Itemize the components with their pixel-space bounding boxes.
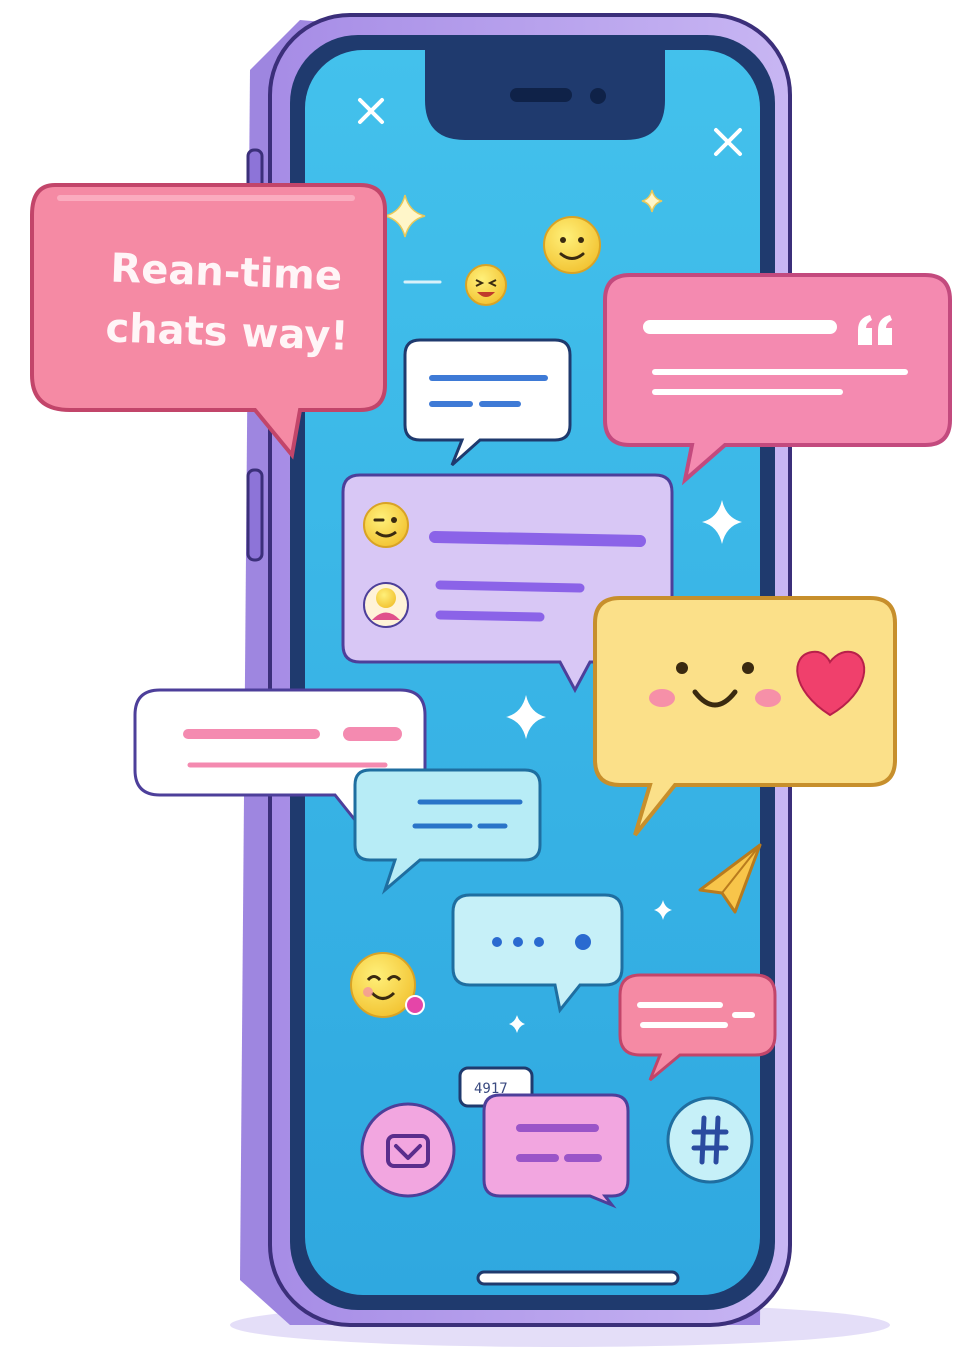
speaker-grille — [510, 88, 572, 102]
smile-emoji-icon — [543, 216, 601, 274]
tagline-line-1: Rean-time — [110, 246, 343, 300]
power-button[interactable] — [246, 468, 264, 562]
avatar — [363, 582, 409, 628]
home-indicator[interactable] — [476, 1270, 680, 1286]
hashtag-button[interactable] — [666, 1096, 754, 1184]
chat-bubble-pink-bottom[interactable] — [482, 1093, 630, 1209]
chat-heart-button[interactable] — [360, 1102, 456, 1198]
front-camera — [590, 88, 606, 104]
wink-emoji-icon — [363, 502, 409, 548]
tagline-line-2: chats way! — [105, 305, 350, 359]
laughing-emoji-icon — [465, 264, 507, 306]
chat-phone-illustration: Rean-time chats way! 4917 — [30, 13, 952, 1347]
